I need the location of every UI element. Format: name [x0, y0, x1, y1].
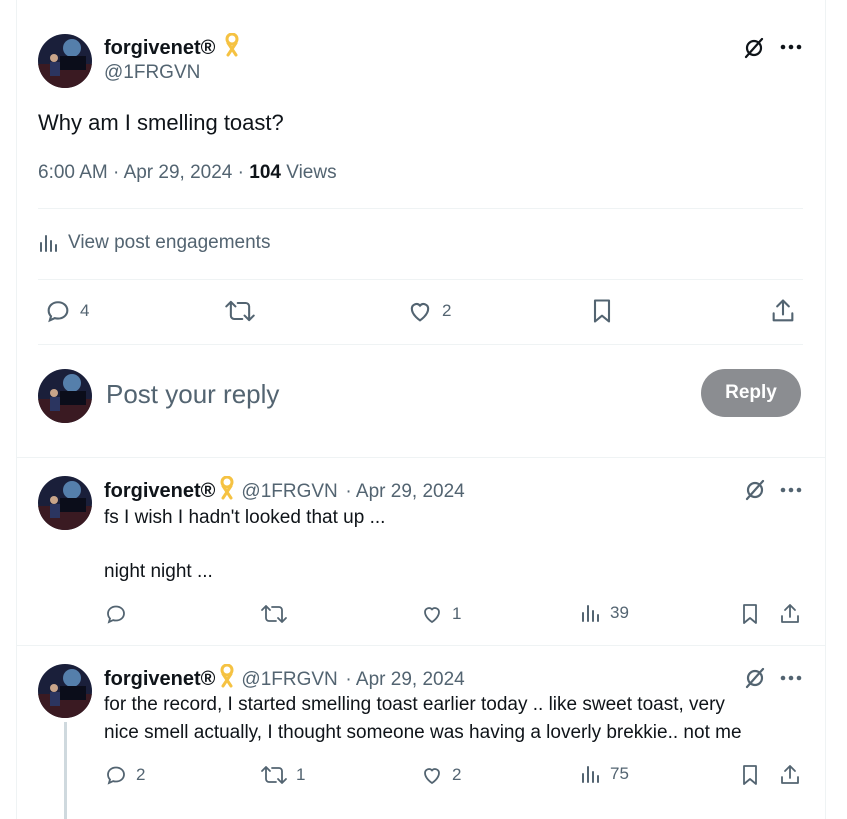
repost-icon	[261, 605, 287, 623]
reply-count: 2	[136, 765, 146, 784]
author-handle[interactable]: @1FRGVN	[241, 669, 337, 690]
share-action[interactable]	[769, 297, 797, 325]
like-action[interactable]: 1	[420, 602, 461, 626]
like-action[interactable]: 2	[420, 763, 461, 787]
like-count: 2	[442, 301, 452, 320]
separator: ·	[237, 162, 250, 183]
views-label: Views	[286, 162, 337, 183]
views-count: 39	[610, 603, 629, 622]
author-name[interactable]: forgivenet®	[104, 480, 215, 502]
views-count: 75	[610, 764, 629, 783]
repost-icon	[225, 300, 255, 322]
bookmark-icon	[743, 765, 757, 785]
author-handle[interactable]: @1FRGVN	[241, 481, 337, 502]
grok-icon[interactable]	[742, 665, 768, 691]
reply-input[interactable]	[106, 376, 666, 412]
author-name-row[interactable]: forgivenet®	[104, 32, 240, 62]
share-action[interactable]	[778, 602, 802, 626]
engagements-label[interactable]: View post engagements	[68, 232, 270, 254]
reply-text-line: for the record, I started smelling toast…	[104, 694, 725, 715]
like-count: 1	[452, 604, 462, 623]
thread-line	[64, 722, 67, 819]
share-icon	[781, 765, 799, 784]
share-icon	[781, 604, 799, 623]
reply-icon	[107, 766, 125, 785]
bookmark-action[interactable]	[738, 763, 762, 787]
analytics-icon	[40, 235, 57, 252]
reply-text-line: nice smell actually, I thought someone w…	[104, 722, 742, 743]
separator: ·	[113, 162, 124, 183]
like-action[interactable]: 2	[406, 297, 451, 325]
post-date[interactable]: Apr 29, 2024	[124, 162, 233, 183]
divider	[17, 645, 825, 646]
share-icon	[772, 299, 794, 322]
avatar[interactable]	[38, 476, 92, 530]
bookmark-icon	[743, 604, 757, 624]
view-engagements-link[interactable]: View post engagements	[38, 232, 270, 254]
grok-icon[interactable]	[742, 477, 768, 503]
repost-action[interactable]	[224, 297, 264, 325]
ribbon-icon	[224, 32, 240, 62]
reply-date[interactable]: · Apr 29, 2024	[345, 669, 464, 690]
reply-action[interactable]: 4	[44, 297, 89, 325]
post-time[interactable]: 6:00 AM	[38, 162, 108, 183]
author-name[interactable]: forgivenet®	[104, 37, 215, 59]
avatar[interactable]	[38, 664, 92, 718]
ribbon-icon	[219, 475, 235, 506]
divider	[17, 457, 825, 458]
post-text: Why am I smelling toast?	[38, 110, 284, 135]
views-count: 104	[249, 162, 281, 183]
composer-avatar[interactable]	[38, 369, 92, 423]
author-handle[interactable]: @1FRGVN	[104, 62, 200, 84]
like-count: 2	[452, 765, 462, 784]
post-meta: 6:00 AM · Apr 29, 2024 · 104 Views	[38, 162, 337, 184]
reply-action[interactable]	[104, 602, 136, 626]
reply-button[interactable]: Reply	[701, 369, 801, 417]
grok-icon[interactable]	[740, 34, 768, 62]
reply-action[interactable]: 2	[104, 763, 145, 787]
repost-action[interactable]	[260, 602, 296, 626]
author-name[interactable]: forgivenet®	[104, 668, 215, 690]
share-action[interactable]	[778, 763, 802, 787]
bookmark-action[interactable]	[588, 297, 616, 325]
reply-count: 4	[80, 301, 90, 320]
more-options-icon[interactable]	[778, 34, 804, 60]
reply-text-line: night night ...	[104, 561, 213, 582]
bookmark-icon	[593, 299, 611, 323]
divider	[38, 279, 803, 280]
repost-icon	[261, 766, 287, 784]
repost-action[interactable]: 1	[260, 763, 305, 787]
analytics-icon	[582, 766, 599, 783]
views-action[interactable]: 39	[580, 602, 629, 624]
heart-icon	[424, 768, 440, 785]
reply-header: forgivenet® @1FRGVN · Apr 29, 2024	[104, 475, 465, 506]
repost-count: 1	[296, 765, 306, 784]
views-action[interactable]: 75	[580, 763, 629, 785]
reply-header: forgivenet® @1FRGVN · Apr 29, 2024	[104, 663, 465, 694]
reply-icon	[47, 301, 69, 323]
bookmark-action[interactable]	[738, 602, 762, 626]
reply-icon	[107, 605, 125, 624]
reply-date[interactable]: · Apr 29, 2024	[345, 481, 464, 502]
heart-icon	[410, 303, 430, 322]
reply-text-line: fs I wish I hadn't looked that up ...	[104, 507, 386, 528]
more-options-icon[interactable]	[778, 665, 804, 691]
divider	[38, 208, 803, 209]
heart-icon	[424, 607, 440, 624]
divider	[38, 344, 803, 345]
avatar[interactable]	[38, 34, 92, 88]
analytics-icon	[582, 605, 599, 622]
more-options-icon[interactable]	[778, 477, 804, 503]
ribbon-icon	[219, 663, 235, 694]
